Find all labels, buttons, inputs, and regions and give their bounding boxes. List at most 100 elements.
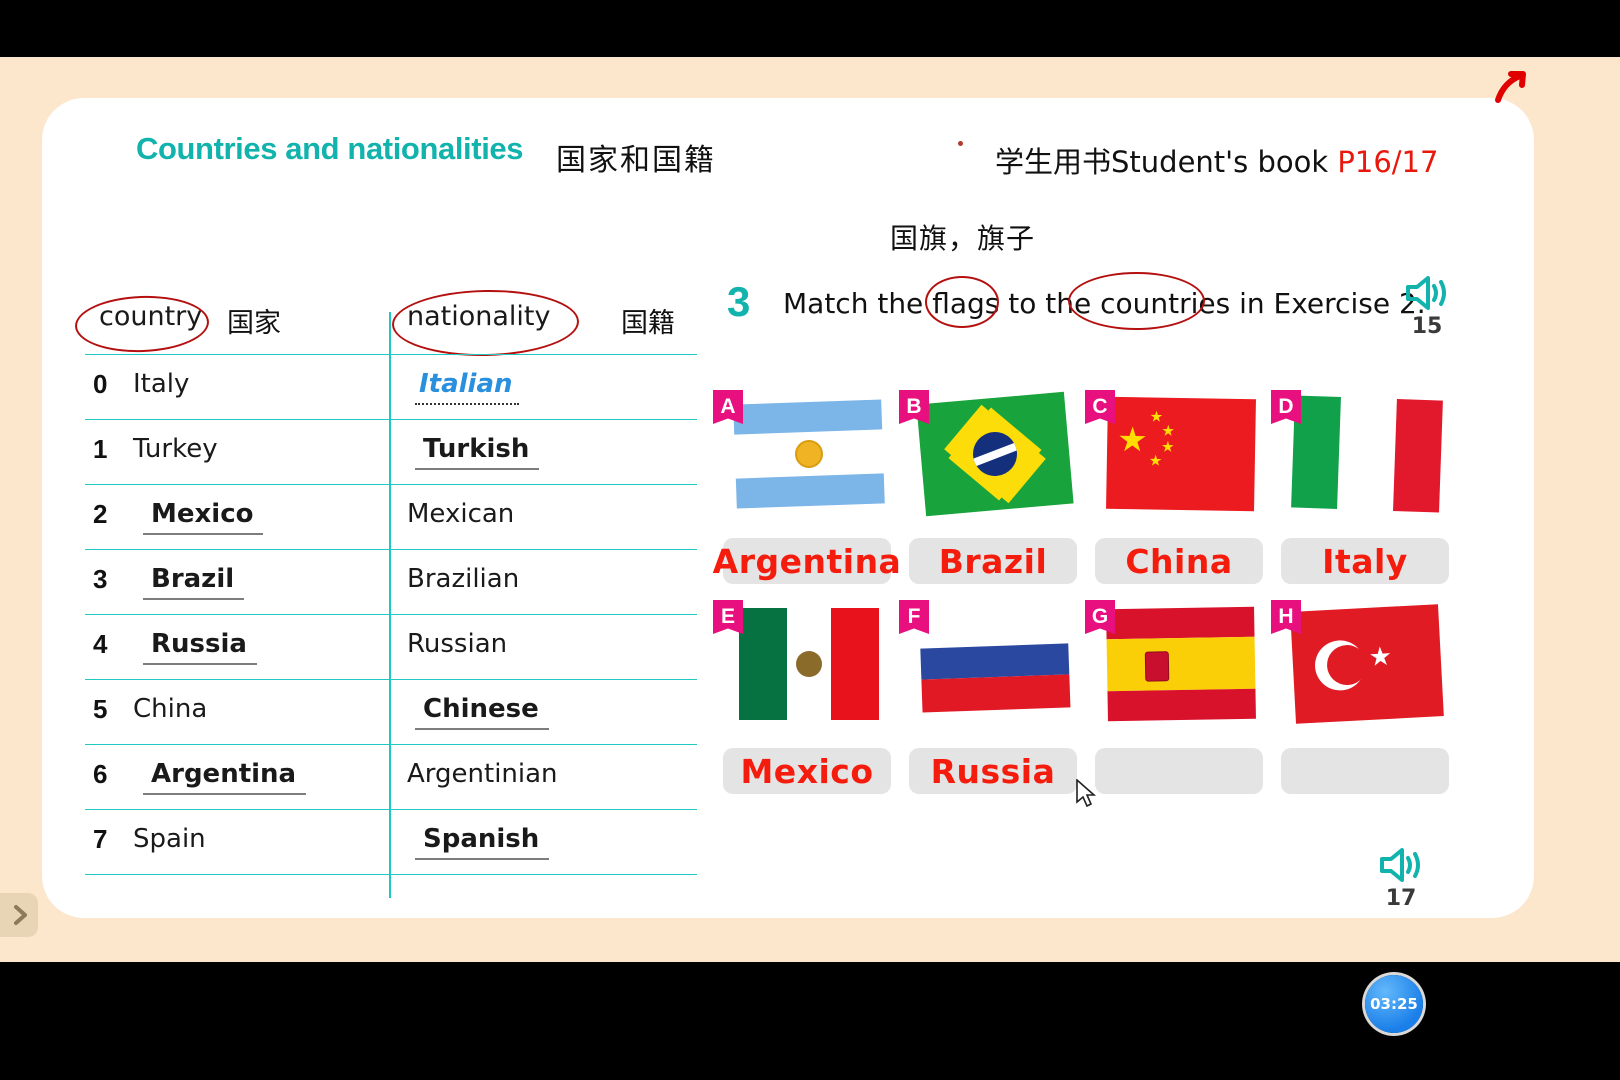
column-header-country-cn: 国家 (227, 308, 281, 339)
flag-label-tag: E (713, 600, 743, 634)
answer-box-c[interactable]: China (1095, 538, 1263, 584)
circle-annotation-country (74, 293, 210, 355)
table-row: 5 China Chinese (85, 679, 697, 744)
mexico-flag-icon (735, 608, 883, 720)
brazil-flag-icon (916, 391, 1074, 517)
row-number: 4 (93, 629, 108, 659)
flag-item-c[interactable]: ★ ★ ★ ★ ★ C (1085, 388, 1265, 523)
table-row: 1 Turkey Turkish (85, 419, 697, 484)
flag-match-grid: A Argentina B Brazil ★ ★ ★ ★ ★ C China D Italy E Mexi… (713, 388, 1453, 808)
red-dot-mark (958, 141, 963, 146)
row-number: 5 (93, 694, 108, 724)
table-row: 2 Mexico Mexican (85, 484, 697, 549)
audio-track-number: 15 (1411, 314, 1443, 339)
sidebar-expand-button[interactable] (0, 893, 38, 937)
country-cell: Spain (133, 824, 206, 854)
table-row: 3 Brazil Brazilian (85, 549, 697, 614)
answer-text: Mexico (740, 751, 874, 791)
flag-row-2: E Mexico F Russia G ★ H (713, 598, 1453, 808)
answer-box-b[interactable]: Brazil (909, 538, 1077, 584)
circle-annotation-countries (1068, 272, 1205, 330)
circle-annotation-nationality (391, 288, 580, 358)
argentina-flag-icon (733, 395, 885, 512)
row-number: 1 (93, 434, 108, 464)
spain-flag-icon (1106, 606, 1256, 722)
table-body: 0 Italy Italian 1 Turkey Turkish 2 Mexico Mexica… (85, 354, 697, 875)
flag-label-tag: G (1085, 600, 1115, 634)
app-screen: Countries and nationalities 国家和国籍 学生用书St… (0, 0, 1620, 1080)
page-title-cn: 国家和国籍 (556, 143, 716, 178)
answer-box-a[interactable]: Argentina (713, 538, 901, 584)
country-answer[interactable]: Brazil (143, 564, 245, 600)
book-reference-cn: 学生用书 (995, 145, 1112, 179)
nationality-cell: Argentinian (407, 759, 558, 789)
answer-box-e[interactable]: Mexico (723, 748, 891, 794)
country-cell: Italy (133, 369, 190, 399)
country-cell: Turkey (133, 434, 218, 464)
row-number: 2 (93, 499, 108, 529)
country-answer[interactable]: Argentina (143, 759, 307, 795)
row-number: 6 (93, 759, 108, 789)
country-answer[interactable]: Russia (143, 629, 257, 665)
answer-box-f[interactable]: Russia (909, 748, 1077, 794)
country-nationality-table: country 国家 nationality 国籍 0 Italy Italian 1… (74, 288, 697, 898)
flag-label-tag: H (1271, 600, 1301, 634)
table-header-row: country 国家 nationality 国籍 (74, 288, 697, 358)
page-title-en: Countries and nationalities (136, 131, 524, 166)
flag-item-e[interactable]: E (713, 598, 893, 733)
book-pages: P16/17 (1337, 145, 1439, 179)
country-cell: China (133, 694, 208, 724)
audio-button-17[interactable]: 17 (1378, 845, 1424, 911)
flag-item-b[interactable]: B (899, 388, 1079, 523)
timer-value: 03:25 (1370, 995, 1418, 1013)
answer-text: China (1125, 541, 1233, 581)
answer-box-g[interactable] (1095, 748, 1263, 794)
nationality-cell: Brazilian (407, 564, 520, 594)
flag-label-tag: A (713, 390, 743, 424)
nationality-answer[interactable]: Spanish (415, 824, 550, 860)
nationality-answer[interactable]: Chinese (415, 694, 549, 730)
mouse-cursor (1076, 779, 1097, 808)
speaker-icon (1380, 848, 1420, 882)
turkey-flag-icon: ★ (1290, 604, 1444, 724)
answer-text: Russia (930, 751, 1056, 791)
row-number: 0 (93, 369, 108, 399)
flag-label-tag: B (899, 390, 929, 424)
answer-text: Brazil (938, 541, 1048, 581)
audio-track-number: 17 (1385, 886, 1417, 911)
speaker-icon (1406, 276, 1446, 310)
italy-flag-icon (1291, 395, 1443, 513)
column-header-nationality-cn: 国籍 (621, 308, 675, 339)
answer-box-h[interactable] (1281, 748, 1449, 794)
russia-flag-icon (919, 621, 1071, 713)
nationality-cell: Mexican (407, 499, 515, 529)
row-number: 7 (93, 824, 108, 854)
countdown-timer-badge[interactable]: 03:25 (1365, 975, 1423, 1033)
book-reference-en: Student's book (1111, 145, 1329, 179)
exercise-number: 3 (727, 278, 751, 325)
nationality-cell: Russian (407, 629, 508, 659)
table-row: 6 Argentina Argentinian (85, 744, 697, 809)
flag-item-g[interactable]: G (1085, 598, 1265, 733)
flag-item-f[interactable]: F (899, 598, 1079, 733)
answer-text: Italy (1322, 541, 1408, 581)
nationality-example: Italian (415, 369, 519, 405)
flag-item-h[interactable]: ★ H (1271, 598, 1451, 733)
flag-row-1: A Argentina B Brazil ★ ★ ★ ★ ★ C China D Italy (713, 388, 1453, 598)
nationality-answer[interactable]: Turkish (415, 434, 540, 470)
answer-box-d[interactable]: Italy (1281, 538, 1449, 584)
china-flag-icon: ★ ★ ★ ★ ★ (1106, 396, 1256, 512)
flag-label-tag: D (1271, 390, 1301, 424)
book-reference: 学生用书Student's book P16/17 (995, 139, 1438, 181)
flag-label-tag: F (899, 600, 929, 634)
flag-item-a[interactable]: A (713, 388, 893, 523)
flag-item-d[interactable]: D (1271, 388, 1451, 523)
flag-vocab-cn: 国旗，旗子 (890, 222, 1036, 255)
audio-button-15[interactable]: 15 (1404, 273, 1450, 339)
table-row: 0 Italy Italian (85, 354, 697, 419)
red-arrow-annotation-icon (1495, 71, 1526, 103)
circle-annotation-flags (925, 276, 999, 328)
table-row: 7 Spain Spanish (85, 809, 697, 875)
flag-label-tag: C (1085, 390, 1115, 424)
country-answer[interactable]: Mexico (143, 499, 264, 535)
